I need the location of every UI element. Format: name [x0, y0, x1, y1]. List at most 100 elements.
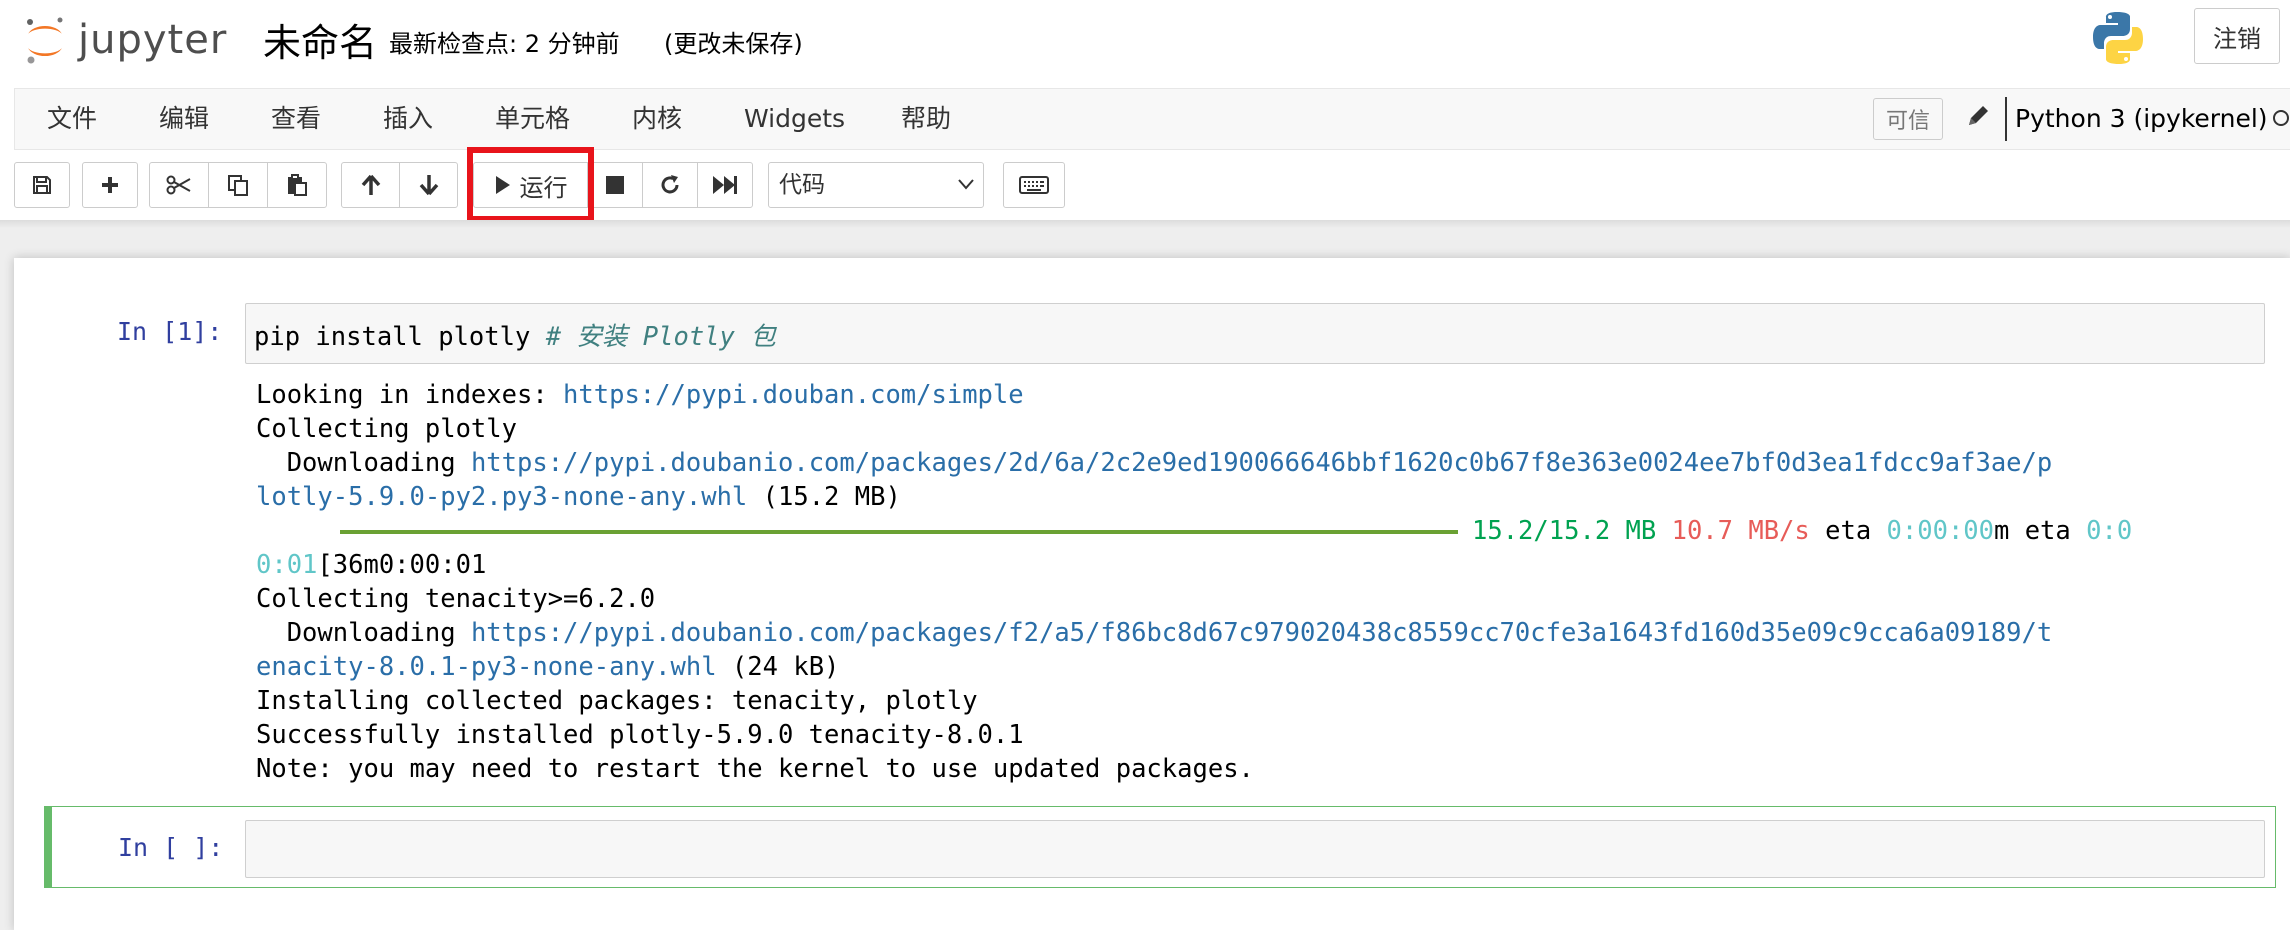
- output-line: enacity-8.0.1-py3-none-any.whl (24 kB): [256, 650, 2132, 684]
- toolbar-group-move: [341, 162, 458, 208]
- output-line: Collecting plotly: [256, 414, 517, 444]
- kernel-name[interactable]: Python 3 (ipykernel): [2015, 89, 2268, 149]
- output-progress-line: 15.2/15.2 MB 10.7 MB/s eta 0:00:00m eta …: [256, 514, 2132, 548]
- output-line: Note: you may need to restart the kernel…: [256, 754, 1254, 784]
- menubar: 文件 编辑 查看 插入 单元格 内核 Widgets 帮助 可信 Python …: [14, 88, 2290, 150]
- jupyter-logo[interactable]: jupyter: [22, 10, 227, 70]
- restart-button[interactable]: [642, 162, 698, 208]
- save-icon: [33, 176, 51, 194]
- save-button[interactable]: [14, 162, 70, 208]
- output-line: lotly-5.9.0-py2.py3-none-any.whl (15.2 M…: [256, 480, 2132, 514]
- notebook-container: In [1]: pip install plotly # 安装 Plotly 包…: [14, 258, 2290, 930]
- copy-icon: [228, 175, 248, 196]
- pencil-icon[interactable]: [1965, 103, 1991, 133]
- cell-1-code[interactable]: pip install plotly # 安装 Plotly 包: [254, 316, 776, 353]
- kernel-divider: [2005, 97, 2007, 141]
- jupyter-logo-icon: [27, 17, 63, 64]
- output-link[interactable]: https://pypi.doubanio.com/packages/f2/a5…: [471, 618, 2052, 648]
- download-progress-bar: [340, 530, 1458, 534]
- autosave-status: (更改未保存): [664, 30, 803, 58]
- trusted-badge[interactable]: 可信: [1873, 98, 1943, 140]
- arrow-down-icon: [419, 175, 438, 196]
- toolbar-group-insert: [82, 162, 138, 208]
- output-text: Downloading: [256, 618, 471, 648]
- run-all-button[interactable]: [697, 162, 753, 208]
- cell-1-output: Looking in indexes: https://pypi.douban.…: [256, 378, 2132, 786]
- output-link[interactable]: enacity-8.0.1-py3-none-any.whl: [256, 652, 717, 682]
- move-up-button[interactable]: [341, 162, 400, 208]
- progress-eta: 0:01: [256, 550, 318, 580]
- scissors-icon: [166, 175, 191, 195]
- output-text: Looking in indexes:: [256, 380, 564, 410]
- progress-eta: 0:00:00: [1886, 516, 1994, 546]
- output-line: 0:01[36m0:00:01: [256, 548, 2132, 582]
- chevron-down-icon: [958, 179, 974, 190]
- progress-eta: 0:0: [2086, 516, 2133, 546]
- output-line: Downloading https://pypi.doubanio.com/pa…: [256, 616, 2132, 650]
- toolbar: 运行: [0, 150, 2290, 220]
- copy-button[interactable]: [208, 162, 268, 208]
- output-text: Downloading: [256, 448, 471, 478]
- logo-text: jupyter: [78, 17, 228, 63]
- output-text: m eta: [1994, 516, 2087, 546]
- progress-size: 15.2/15.2 MB: [1472, 516, 1657, 546]
- cell-2-input[interactable]: [245, 820, 2265, 878]
- restart-icon: [661, 175, 679, 194]
- output-line: Downloading https://pypi.doubanio.com/pa…: [256, 446, 2132, 480]
- plus-icon: [102, 177, 118, 193]
- fast-forward-icon: [713, 176, 737, 194]
- menu-kernel[interactable]: 内核: [632, 89, 682, 149]
- command-palette-button[interactable]: [1003, 162, 1065, 208]
- run-button[interactable]: 运行: [473, 162, 588, 208]
- output-link[interactable]: lotly-5.9.0-py2.py3-none-any.whl: [256, 482, 747, 512]
- menu-cell[interactable]: 单元格: [495, 89, 570, 149]
- menu-help[interactable]: 帮助: [901, 89, 951, 149]
- logout-button[interactable]: 注销: [2194, 8, 2280, 64]
- menu-file[interactable]: 文件: [47, 89, 97, 149]
- notebook-title[interactable]: 未命名: [263, 12, 377, 67]
- run-label: 运行: [519, 173, 568, 202]
- cell-2-prompt: In [ ]:: [118, 833, 224, 862]
- play-icon: [495, 176, 510, 194]
- menu-edit[interactable]: 编辑: [159, 89, 209, 149]
- cell-1-code-text: pip install plotly: [254, 322, 546, 352]
- toolbar-group-clipboard: [149, 162, 327, 208]
- cell-type-value: 代码: [779, 172, 825, 198]
- cell-2-selection-bar: [45, 807, 52, 887]
- output-text: (15.2 MB): [747, 482, 901, 512]
- menu-insert[interactable]: 插入: [383, 89, 433, 149]
- toolbar-group-keyboard: [1003, 162, 1065, 208]
- cell-1-code-comment: # 安装 Plotly 包: [545, 322, 776, 352]
- header: jupyter 未命名 最新检查点: 2 分钟前 (更改未保存) 注销: [0, 0, 2290, 88]
- menu-widgets[interactable]: Widgets: [744, 89, 845, 149]
- cell-1-input[interactable]: pip install plotly # 安装 Plotly 包: [245, 303, 2265, 364]
- output-link[interactable]: https://pypi.doubanio.com/packages/2d/6a…: [471, 448, 2052, 478]
- toolbar-group-save: [14, 162, 70, 208]
- output-text: eta: [1809, 516, 1887, 546]
- cell-2[interactable]: In [ ]:: [44, 806, 2276, 888]
- paste-icon: [288, 174, 307, 196]
- output-line: Successfully installed plotly-5.9.0 tena…: [256, 720, 1024, 750]
- output-line: Installing collected packages: tenacity,…: [256, 686, 978, 716]
- toolbar-group-run: 运行: [473, 162, 753, 208]
- move-down-button[interactable]: [399, 162, 458, 208]
- output-text: (24 kB): [716, 652, 840, 682]
- menu-view[interactable]: 查看: [271, 89, 321, 149]
- output-line: Collecting tenacity>=6.2.0: [256, 584, 656, 614]
- python-logo-icon: [2088, 8, 2148, 72]
- output-line: Looking in indexes: https://pypi.douban.…: [256, 378, 2132, 412]
- stop-icon: [606, 176, 624, 194]
- paste-button[interactable]: [267, 162, 327, 208]
- output-text: [36m0:00:01: [317, 550, 487, 580]
- cell-1-prompt: In [1]:: [117, 317, 223, 346]
- progress-speed: 10.7 MB/s: [1671, 516, 1810, 546]
- output-link[interactable]: https://pypi.douban.com/simple: [563, 380, 1024, 410]
- keyboard-icon: [1019, 176, 1049, 194]
- interrupt-button[interactable]: [587, 162, 643, 208]
- cut-button[interactable]: [149, 162, 209, 208]
- kernel-idle-indicator-icon: [2273, 110, 2289, 126]
- checkpoint-status: 最新检查点: 2 分钟前: [389, 30, 620, 58]
- toolbar-shadow: [0, 220, 2290, 228]
- insert-cell-button[interactable]: [82, 162, 138, 208]
- cell-type-select[interactable]: 代码: [768, 162, 984, 208]
